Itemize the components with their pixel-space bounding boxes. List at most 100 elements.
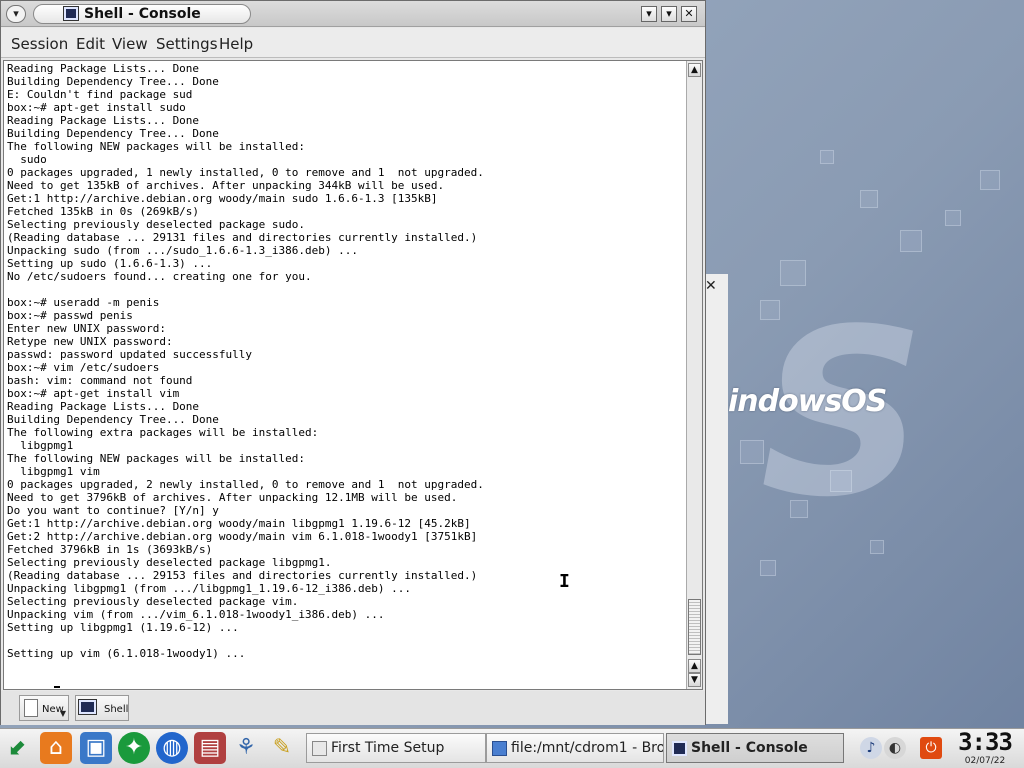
scroll-up-button[interactable]: ▲ — [688, 63, 701, 77]
terminal-line: (Reading database ... 29131 files and di… — [7, 231, 478, 244]
console-window: ▾ Shell - Console ▾ ▾ ✕ Session Edit Vie… — [0, 0, 706, 725]
user-icon[interactable]: ⚘ — [230, 732, 262, 764]
terminal-line: Reading Package Lists... Done — [7, 62, 200, 75]
terminal-line: box:~# useradd -m penis — [7, 296, 160, 309]
terminal-line: Selecting previously deselected package … — [7, 218, 306, 231]
terminal-line: Fetched 135kB in 0s (269kB/s) — [7, 205, 200, 218]
volume-icon[interactable]: ♪ — [860, 737, 882, 759]
web-browser-icon[interactable]: ◍ — [156, 732, 188, 764]
terminal-line: Building Dependency Tree... Done — [7, 127, 219, 140]
desktop-logo-text: indowsOS — [728, 384, 887, 419]
terminal-icon — [63, 6, 79, 21]
close-icon: ✕ — [684, 7, 694, 20]
task-label: Shell - Console — [691, 740, 808, 756]
window-menu-button[interactable]: ▾ — [6, 5, 26, 23]
terminal-line: Unpacking sudo (from .../sudo_1.6.6-1.3_… — [7, 244, 358, 257]
terminal-area[interactable]: Reading Package Lists... Done Building De… — [3, 60, 703, 690]
window-title: Shell - Console — [84, 6, 201, 22]
terminal-line: Setting up vim (6.1.018-1woody1) ... — [7, 647, 246, 660]
task-shell-console[interactable]: Shell - Console — [666, 733, 844, 763]
menu-view[interactable]: View — [112, 35, 148, 53]
clock-time: 3:33 — [958, 728, 1013, 756]
setup-icon — [312, 741, 327, 756]
new-session-icon — [24, 699, 38, 717]
terminal-line: Fetched 3796kB in 1s (3693kB/s) — [7, 543, 213, 556]
terminal-icon[interactable]: ✦ — [118, 732, 150, 764]
package-icon[interactable]: ▣ — [80, 732, 112, 764]
terminal-line: Setting up sudo (1.6.6-1.3) ... — [7, 257, 213, 270]
terminal-line: Reading Package Lists... Done — [7, 114, 200, 127]
terminal-prompt-line[interactable]: box:~# — [7, 686, 683, 688]
terminal-line: Get:1 http://archive.debian.org woody/ma… — [7, 517, 471, 530]
clock[interactable]: 3:33 02/07/22 — [956, 728, 1014, 768]
terminal-line: E: Couldn't find package sud — [7, 88, 193, 101]
terminal-line: The following NEW packages will be insta… — [7, 452, 306, 465]
settings-icon[interactable]: ✎ — [266, 732, 298, 764]
terminal-line: 0 packages upgraded, 1 newly installed, … — [7, 166, 484, 179]
new-session-button[interactable]: New ▼ — [19, 695, 69, 721]
session-tab-label: Shell — [104, 704, 129, 715]
close-button[interactable]: ✕ — [681, 6, 697, 22]
scroll-thumb[interactable] — [688, 599, 701, 655]
terminal-line: Selecting previously deselected package … — [7, 595, 299, 608]
home-folder-icon[interactable]: ⌂ — [40, 732, 72, 764]
minimize-icon: ▾ — [646, 7, 652, 20]
terminal-line: (Reading database ... 29153 files and di… — [7, 569, 478, 582]
terminal-line: Get:1 http://archive.debian.org woody/ma… — [7, 192, 438, 205]
vertical-scrollbar[interactable]: ▲ ▲ ▼ — [686, 61, 702, 689]
terminal-icon — [672, 741, 687, 756]
terminal-line: Building Dependency Tree... Done — [7, 75, 219, 88]
task-label: First Time Setup — [331, 740, 445, 756]
menu-session[interactable]: Session — [11, 35, 68, 53]
session-tab-shell[interactable]: Shell — [75, 695, 129, 721]
text-cursor — [54, 686, 61, 688]
menu-settings[interactable]: Settings — [156, 35, 218, 53]
network-icon[interactable]: ◐ — [884, 737, 906, 759]
scroll-down-button[interactable]: ▼ — [688, 673, 701, 687]
task-file-browser[interactable]: file:/mnt/cdrom1 - Brow — [486, 733, 664, 763]
menu-bar: Session Edit View Settings Help — [1, 28, 705, 58]
terminal-line: The following NEW packages will be insta… — [7, 140, 306, 153]
terminal-icon — [78, 699, 97, 715]
mouse-cursor-ibeam: I — [559, 571, 570, 592]
terminal-line: box:~# vim /etc/sudoers — [7, 361, 160, 374]
minimize-button[interactable]: ▾ — [641, 6, 657, 22]
terminal-line: Do you want to continue? [Y/n] y — [7, 504, 219, 517]
power-icon[interactable]: ⏻ — [920, 737, 942, 759]
terminal-line: Building Dependency Tree... Done — [7, 413, 219, 426]
terminal-line: libgpmg1 vim — [7, 465, 100, 478]
maximize-button[interactable]: ▾ — [661, 6, 677, 22]
terminal-output[interactable]: Reading Package Lists... Done Building De… — [7, 62, 683, 688]
maximize-icon: ▾ — [666, 7, 672, 20]
desktop-decoration — [860, 190, 878, 208]
terminal-line: libgpmg1 — [7, 439, 74, 452]
menu-edit[interactable]: Edit — [76, 35, 105, 53]
title-pill: Shell - Console — [33, 4, 251, 24]
terminal-line: box:~# apt-get install sudo — [7, 101, 186, 114]
terminal-line: Unpacking vim (from .../vim_6.1.018-1woo… — [7, 608, 385, 621]
desktop-decoration — [900, 230, 922, 252]
desktop-decoration — [820, 150, 834, 164]
terminal-line: box:~# passwd penis — [7, 309, 133, 322]
clock-date: 02/07/22 — [964, 756, 1006, 766]
title-bar[interactable]: ▾ Shell - Console ▾ ▾ ✕ — [1, 1, 705, 27]
network-icon[interactable]: ▤ — [194, 732, 226, 764]
terminal-line: Need to get 3796kB of archives. After un… — [7, 491, 458, 504]
close-icon[interactable]: ✕ — [705, 278, 717, 294]
start-menu-icon[interactable]: ⬋ — [2, 732, 34, 764]
folder-icon — [492, 741, 507, 756]
scroll-up-button-lower[interactable]: ▲ — [688, 659, 701, 673]
terminal-line: Reading Package Lists... Done — [7, 400, 200, 413]
terminal-line: Need to get 135kB of archives. After unp… — [7, 179, 445, 192]
menu-help[interactable]: Help — [219, 35, 253, 53]
terminal-line: Setting up libgpmg1 (1.19.6-12) ... — [7, 621, 239, 634]
terminal-line: No /etc/sudoers found... creating one fo… — [7, 270, 312, 283]
session-tab-bar: New ▼ Shell — [1, 691, 705, 725]
task-first-time-setup[interactable]: First Time Setup — [306, 733, 486, 763]
chevron-down-icon[interactable]: ▼ — [60, 709, 66, 718]
terminal-line: 0 packages upgraded, 2 newly installed, … — [7, 478, 484, 491]
taskbar: ⬋ ⌂ ▣ ✦ ◍ ▤ ⚘ ✎ First Time Setup file:/m… — [0, 728, 1024, 768]
terminal-line: passwd: password updated successfully — [7, 348, 253, 361]
